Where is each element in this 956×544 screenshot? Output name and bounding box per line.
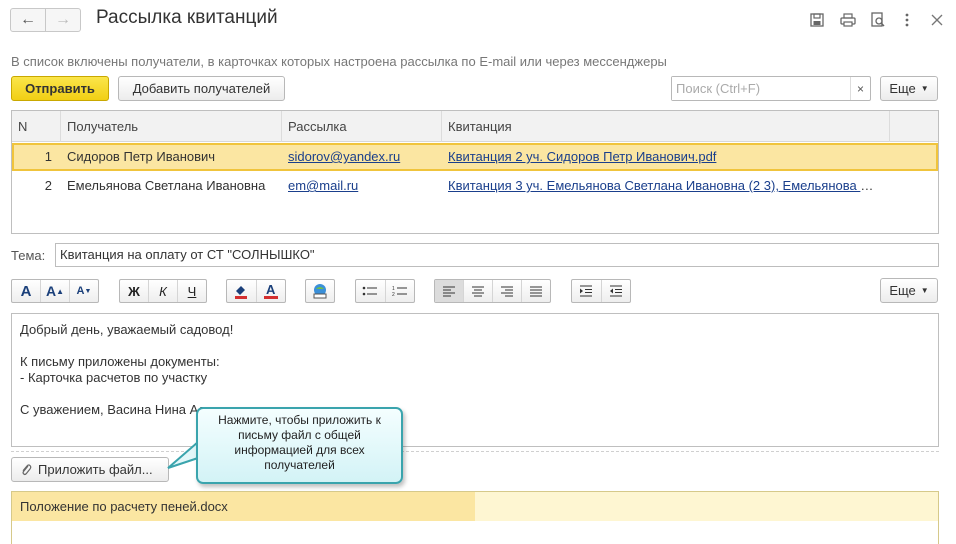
editor-line: Добрый день, уважаемый садовод! bbox=[20, 322, 234, 337]
list-item[interactable]: Положение по расчету пеней.docx bbox=[12, 492, 938, 521]
insert-image-group bbox=[305, 279, 335, 303]
table-row[interactable]: 2 Емельянова Светлана Ивановна em@mail.r… bbox=[12, 172, 938, 200]
add-recipients-button[interactable]: Добавить получателей bbox=[118, 76, 285, 101]
subject-label: Тема: bbox=[11, 248, 46, 263]
bulleted-list-icon[interactable] bbox=[356, 280, 386, 302]
recipient-name: Сидоров Петр Иванович bbox=[67, 149, 216, 164]
table-row[interactable]: 1 Сидоров Петр Иванович sidorov@yandex.r… bbox=[12, 143, 938, 171]
format-more-button[interactable]: Еще ▼ bbox=[880, 278, 938, 303]
font-icon[interactable]: A bbox=[12, 280, 41, 302]
receipt-link[interactable]: Квитанция 2 уч. Сидоров Петр Иванович.pd… bbox=[448, 149, 716, 164]
hint-text: В список включены получатели, в карточка… bbox=[11, 54, 667, 69]
list-group: 12 bbox=[355, 279, 415, 303]
numbered-list-icon[interactable]: 12 bbox=[386, 280, 415, 302]
column-header-recipient[interactable]: Получатель bbox=[61, 111, 282, 142]
format-more-label: Еще bbox=[889, 283, 916, 298]
insert-picture-icon[interactable] bbox=[306, 280, 334, 302]
print-icon[interactable] bbox=[838, 10, 858, 30]
clear-search-icon[interactable]: × bbox=[850, 77, 870, 100]
align-right-icon[interactable] bbox=[493, 280, 522, 302]
indent-increase-icon[interactable] bbox=[572, 280, 602, 302]
search-field[interactable]: × bbox=[671, 76, 871, 101]
font-increase-icon[interactable]: A ▲ bbox=[41, 280, 70, 302]
back-button[interactable]: ← bbox=[10, 8, 46, 32]
preview-icon[interactable] bbox=[868, 10, 888, 30]
text-color-icon[interactable]: A bbox=[257, 280, 286, 302]
align-justify-icon[interactable] bbox=[522, 280, 550, 302]
column-header-n[interactable]: N bbox=[12, 111, 61, 142]
close-icon[interactable] bbox=[927, 10, 947, 30]
divider bbox=[11, 451, 939, 452]
svg-text:2: 2 bbox=[392, 292, 395, 297]
attach-file-label: Приложить файл... bbox=[38, 462, 153, 477]
send-button[interactable]: Отправить bbox=[11, 76, 109, 101]
bold-button[interactable]: Ж bbox=[120, 280, 149, 302]
arrow-right-icon: → bbox=[55, 11, 71, 28]
mailing-link[interactable]: em@mail.ru bbox=[288, 178, 358, 193]
editor-line: К письму приложены документы: bbox=[20, 354, 220, 369]
attachments-list[interactable]: Положение по расчету пеней.docx bbox=[11, 491, 939, 544]
align-left-icon[interactable] bbox=[435, 280, 464, 302]
subject-field[interactable]: Квитанция на оплату от СТ "СОЛНЫШКО" bbox=[55, 243, 939, 267]
attach-file-button[interactable]: Приложить файл... bbox=[11, 457, 169, 482]
dropdown-arrow-icon: ▼ bbox=[920, 286, 929, 295]
receipt-link[interactable]: Квитанция 3 уч. Емельянова Светлана Иван… bbox=[448, 178, 880, 193]
more-label: Еще bbox=[889, 81, 916, 96]
color-group: A bbox=[226, 279, 286, 303]
font-decrease-icon[interactable]: A ▼ bbox=[70, 280, 98, 302]
more-button[interactable]: Еще ▼ bbox=[880, 76, 938, 101]
italic-button[interactable]: К bbox=[149, 280, 178, 302]
help-callout: Нажмите, чтобы приложить к письму файл с… bbox=[196, 407, 403, 484]
attachment-name: Положение по расчету пеней.docx bbox=[20, 499, 228, 514]
save-icon[interactable] bbox=[807, 10, 827, 30]
indent-group bbox=[571, 279, 631, 303]
align-center-icon[interactable] bbox=[464, 280, 493, 302]
background-color-icon[interactable] bbox=[227, 280, 257, 302]
window-title: Рассылка квитанций bbox=[96, 7, 278, 28]
column-header-receipt[interactable]: Квитанция bbox=[442, 111, 890, 142]
forward-button[interactable]: → bbox=[45, 8, 81, 32]
indent-decrease-icon[interactable] bbox=[602, 280, 631, 302]
message-editor[interactable]: Добрый день, уважаемый садовод! К письму… bbox=[11, 313, 939, 447]
underline-button[interactable]: Ч bbox=[178, 280, 206, 302]
paperclip-icon bbox=[20, 463, 32, 477]
mailing-link[interactable]: sidorov@yandex.ru bbox=[288, 149, 400, 164]
alignment-group bbox=[434, 279, 551, 303]
column-header-mailing[interactable]: Рассылка bbox=[282, 111, 442, 142]
row-number: 1 bbox=[44, 149, 52, 164]
more-vertical-icon[interactable] bbox=[897, 10, 917, 30]
table-header: N Получатель Рассылка Квитанция bbox=[12, 111, 938, 142]
callout-pointer bbox=[167, 441, 199, 469]
editor-line: - Карточка расчетов по участку bbox=[20, 370, 208, 385]
editor-line: С уважением, Васина Нина Александровна bbox=[20, 402, 284, 417]
text-style-group: Ж К Ч bbox=[119, 279, 207, 303]
recipient-name: Емельянова Светлана Ивановна bbox=[67, 178, 266, 193]
search-input[interactable] bbox=[672, 77, 847, 100]
dropdown-arrow-icon: ▼ bbox=[920, 84, 929, 93]
arrow-left-icon: ← bbox=[20, 11, 36, 28]
recipients-table[interactable]: N Получатель Рассылка Квитанция 1 Сидоро… bbox=[11, 110, 939, 234]
row-number: 2 bbox=[44, 178, 52, 193]
font-size-group: A A ▲ A ▼ bbox=[11, 279, 99, 303]
